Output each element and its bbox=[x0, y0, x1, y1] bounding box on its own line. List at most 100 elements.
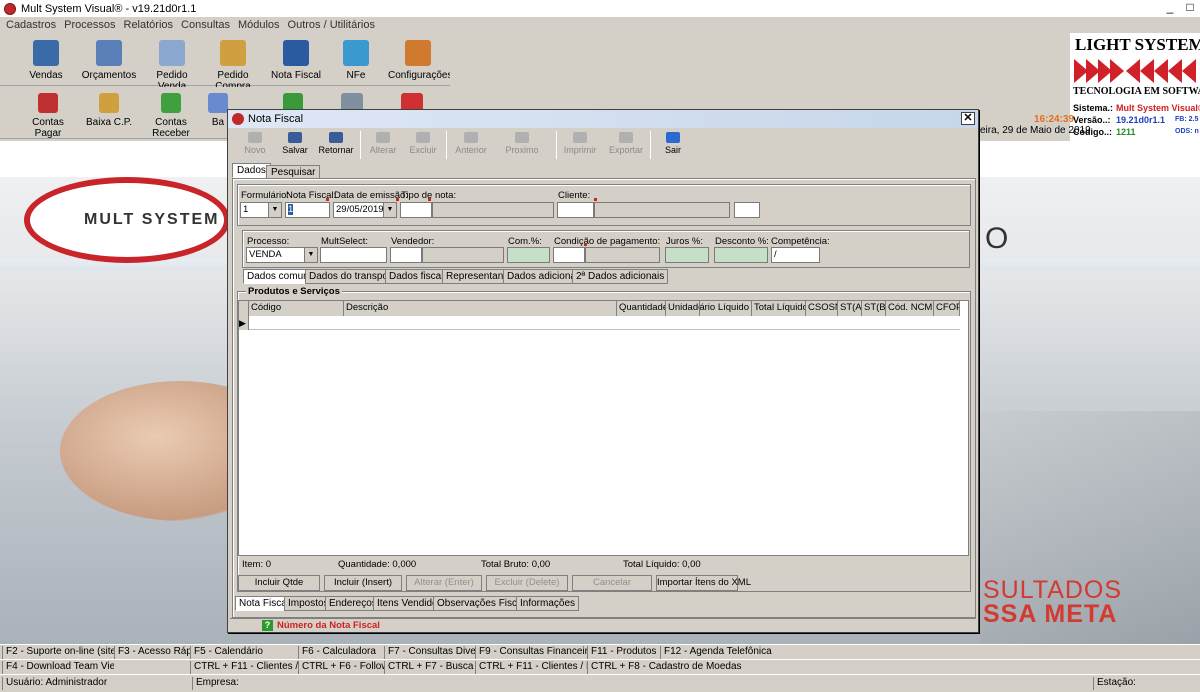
configuracoes-button[interactable]: Configurações bbox=[388, 38, 452, 84]
col-unidade[interactable]: Unidade bbox=[666, 301, 700, 316]
shortcut-ctrl-f6[interactable]: CTRL + F6 - Follow-up bbox=[298, 661, 384, 674]
col-st-a[interactable]: ST(A) bbox=[838, 301, 862, 316]
shortcut-ctrl-f8[interactable]: CTRL + F8 - Cadastro de Moedas bbox=[587, 661, 747, 674]
col-cfop[interactable]: CFOP bbox=[934, 301, 960, 316]
shortcut-f2[interactable]: F2 - Suporte on-line (site) bbox=[2, 646, 114, 659]
comissao-input[interactable] bbox=[507, 247, 550, 263]
shortcut-f5[interactable]: F5 - Calendário bbox=[190, 646, 298, 659]
arrow-right-icon bbox=[515, 132, 529, 143]
proximo-button[interactable]: Proximo bbox=[504, 130, 540, 160]
formulario-label: Formulário: bbox=[241, 190, 290, 201]
menu-modulos[interactable]: Módulos bbox=[238, 19, 280, 31]
baixa-cr-button[interactable]: Ba bbox=[208, 91, 228, 137]
incluir-qtde-button[interactable]: Incluir Qtde bbox=[238, 575, 320, 591]
menu-bar: Cadastros Processos Relatórios Consultas… bbox=[0, 17, 1200, 33]
col-st-b[interactable]: ST(B) bbox=[862, 301, 886, 316]
alterar-button[interactable]: Alterar bbox=[368, 130, 398, 160]
formulario-select[interactable]: 1 ▼ bbox=[240, 202, 282, 218]
nota-fiscal-input[interactable]: 1 bbox=[285, 202, 330, 218]
orcamentos-button[interactable]: Orçamentos bbox=[81, 38, 137, 84]
app-title: Mult System Visual® - v19.21d0r1.1 bbox=[21, 2, 197, 15]
modal-close-button[interactable]: ✕ bbox=[961, 112, 975, 125]
col-quantidade[interactable]: Quantidade bbox=[617, 301, 666, 316]
processo-select[interactable]: VENDA ▼ bbox=[246, 247, 318, 263]
alterar-enter-button[interactable]: Alterar (Enter) bbox=[406, 575, 482, 591]
vendas-button[interactable]: Vendas bbox=[18, 38, 74, 84]
comissao-label: Com.%: bbox=[508, 236, 542, 247]
incluir-insert-button[interactable]: Incluir (Insert) bbox=[324, 575, 402, 591]
menu-processos[interactable]: Processos bbox=[64, 19, 115, 31]
tipo-nota-code-input[interactable] bbox=[400, 202, 432, 218]
tab-informacoes[interactable]: Informações bbox=[516, 596, 580, 611]
col-codigo[interactable]: Código bbox=[249, 301, 344, 316]
total-quantidade: Quantidade: 0,000 bbox=[338, 559, 417, 570]
status-estacao: Estação: bbox=[1093, 677, 1198, 690]
cliente-label: Cliente: bbox=[558, 190, 591, 201]
subtab-2-dados-adicionais[interactable]: 2ª Dados adicionais bbox=[572, 269, 669, 284]
shortcut-f11[interactable]: F11 - Produtos bbox=[587, 646, 660, 659]
baixa-cp-button[interactable]: Baixa C.P. bbox=[84, 91, 134, 137]
help-icon: ? bbox=[262, 620, 273, 631]
contas-receber-button[interactable]: Contas Receber bbox=[138, 91, 204, 139]
competencia-input[interactable]: / bbox=[771, 247, 820, 263]
bg-letter: O bbox=[985, 222, 1009, 255]
maximize-button[interactable]: □ bbox=[1180, 1, 1200, 15]
shortcut-f4[interactable]: F4 - Download Team Viewer bbox=[2, 661, 114, 674]
nota-fiscal-button[interactable]: Nota Fiscal bbox=[268, 38, 324, 84]
menu-cadastros[interactable]: Cadastros bbox=[6, 19, 56, 31]
codigo-value: 1211 bbox=[1116, 127, 1136, 137]
novo-button[interactable]: Novo bbox=[240, 130, 270, 160]
status-empresa: Empresa: bbox=[192, 677, 1072, 690]
produtos-title: Produtos e Serviços bbox=[246, 286, 342, 297]
minimize-button[interactable]: _ bbox=[1160, 1, 1180, 15]
anterior-button[interactable]: Anterior bbox=[452, 130, 490, 160]
produtos-grid[interactable]: Código Descrição Quantidade Unidade Unit… bbox=[238, 300, 969, 556]
shortcut-f9[interactable]: F9 - Consultas Financeiro bbox=[475, 646, 587, 659]
shortcut-ctrl-f11-a[interactable]: CTRL + F11 - Clientes / Forn bbox=[190, 661, 298, 674]
desconto-input[interactable] bbox=[714, 247, 768, 263]
status-usuario: Usuário: Administrador bbox=[2, 677, 192, 690]
col-descricao[interactable]: Descrição bbox=[344, 301, 617, 316]
importar-xml-button[interactable]: Importar Ítens do XML bbox=[656, 575, 751, 591]
document-icon bbox=[159, 40, 185, 66]
contas-pagar-button[interactable]: Contas Pagar bbox=[18, 91, 78, 139]
col-cod-ncm[interactable]: Cód. NCM bbox=[886, 301, 934, 316]
col-unitario-liquido[interactable]: Unitário Líquido bbox=[700, 301, 752, 316]
ods-value: ODS: n bbox=[1175, 128, 1199, 135]
cliente-extra-input[interactable] bbox=[734, 202, 760, 218]
cliente-code-input[interactable] bbox=[557, 202, 594, 218]
salvar-button[interactable]: Salvar bbox=[280, 130, 310, 160]
cancelar-button[interactable]: Cancelar bbox=[572, 575, 652, 591]
multselect-input[interactable] bbox=[320, 247, 387, 263]
nfe-button[interactable]: NFe bbox=[330, 38, 382, 84]
imprimir-button[interactable]: Imprimir bbox=[562, 130, 598, 160]
table-row[interactable]: ▶ bbox=[239, 316, 960, 330]
col-total-liquido[interactable]: Total Líquido bbox=[752, 301, 806, 316]
payment-icon bbox=[99, 93, 119, 113]
excluir-delete-button[interactable]: Excluir (Delete) bbox=[486, 575, 568, 591]
app-logo-icon bbox=[4, 2, 16, 15]
pedido-compra-button[interactable]: Pedido Compra bbox=[203, 38, 263, 92]
shortcut-ctrl-f7[interactable]: CTRL + F7 - Busca CEP bbox=[384, 661, 475, 674]
new-icon bbox=[248, 132, 262, 143]
shortcut-f3[interactable]: F3 - Acesso Rápido bbox=[114, 646, 190, 659]
menu-outros[interactable]: Outros / Utilitários bbox=[288, 19, 375, 31]
juros-input[interactable] bbox=[665, 247, 709, 263]
excluir-button[interactable]: Excluir bbox=[408, 130, 438, 160]
retornar-button[interactable]: Retornar bbox=[318, 130, 354, 160]
sair-button[interactable]: Sair bbox=[658, 130, 688, 160]
pedido-venda-button[interactable]: Pedido Venda bbox=[142, 38, 202, 92]
shortcut-f6[interactable]: F6 - Calculadora bbox=[298, 646, 384, 659]
data-emissao-input[interactable]: 29/05/2019 ▼ bbox=[333, 202, 397, 218]
shortcut-f7[interactable]: F7 - Consultas Diversas bbox=[384, 646, 475, 659]
condicao-code-input[interactable] bbox=[553, 247, 585, 263]
shortcut-f12[interactable]: F12 - Agenda Telefônica bbox=[660, 646, 820, 659]
undo-icon bbox=[329, 132, 343, 143]
col-csosn[interactable]: CSOSN bbox=[806, 301, 838, 316]
exportar-button[interactable]: Exportar bbox=[608, 130, 644, 160]
vendedor-code-input[interactable] bbox=[390, 247, 422, 263]
menu-relatorios[interactable]: Relatórios bbox=[124, 19, 174, 31]
menu-consultas[interactable]: Consultas bbox=[181, 19, 230, 31]
export-icon bbox=[619, 132, 633, 143]
shortcut-ctrl-f11-b[interactable]: CTRL + F11 - Clientes / Forn bbox=[475, 661, 587, 674]
